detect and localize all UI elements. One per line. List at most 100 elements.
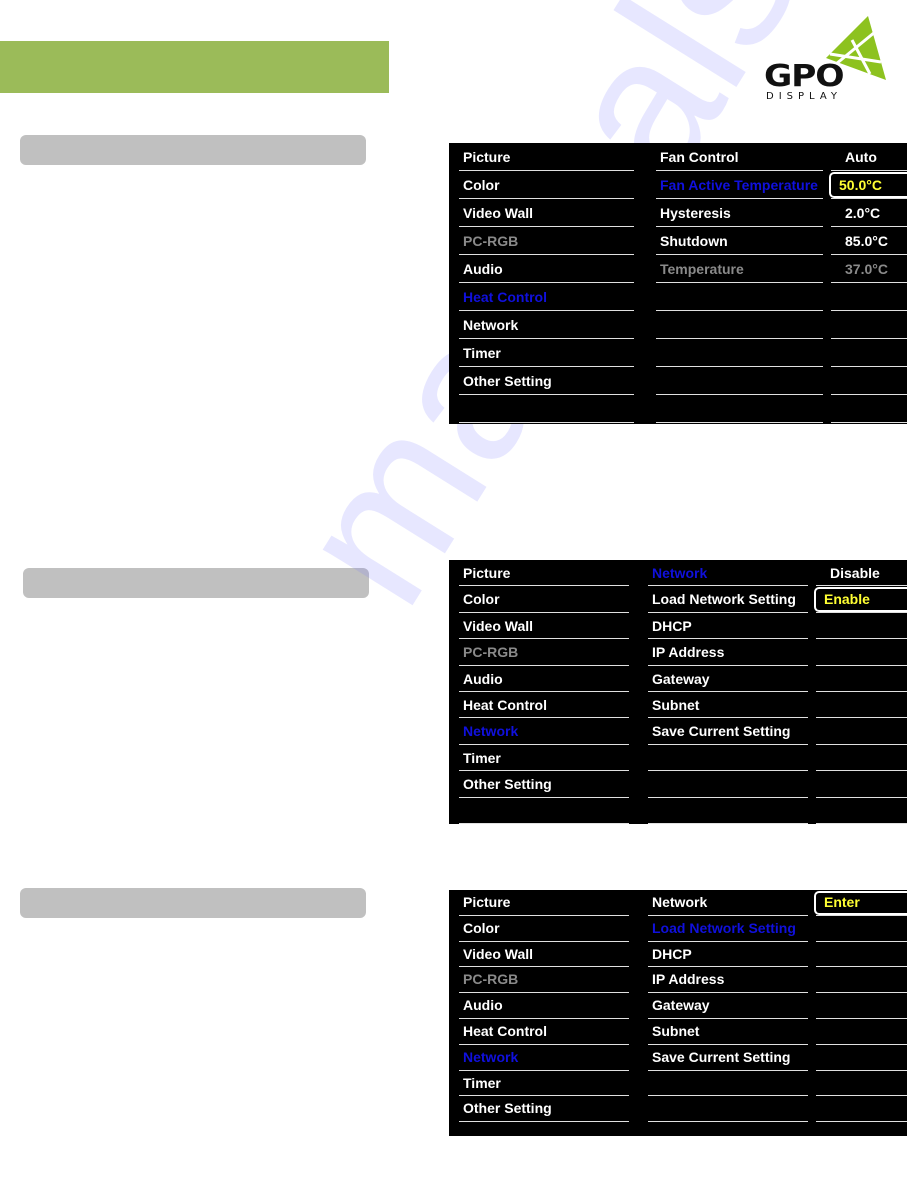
- value-85-0-c[interactable]: 85.0°C: [831, 227, 907, 255]
- item-label: Audio: [463, 670, 503, 687]
- menu-item-picture[interactable]: Picture: [449, 560, 629, 587]
- item-label: Audio: [463, 997, 503, 1014]
- menu-item-heat-control[interactable]: Heat Control: [449, 692, 629, 719]
- menu-item-subnet[interactable]: Subnet: [638, 692, 808, 719]
- menu-item-picture[interactable]: Picture: [449, 143, 634, 171]
- menu-item-video-wall[interactable]: Video Wall: [449, 942, 629, 968]
- item-label: DHCP: [652, 945, 692, 962]
- menu-item-ip-address[interactable]: IP Address: [638, 967, 808, 993]
- value-empty: [816, 942, 907, 968]
- menu-item-color[interactable]: Color: [449, 586, 629, 614]
- menu-item-audio[interactable]: Audio: [449, 255, 634, 283]
- value-enter[interactable]: Enter: [814, 890, 911, 916]
- value-empty: [816, 692, 907, 719]
- menu-item-other-setting[interactable]: Other Setting: [449, 771, 629, 798]
- menu-item-video-wall[interactable]: Video Wall: [449, 199, 634, 227]
- item-label: Network: [463, 1048, 519, 1065]
- value-empty: [816, 639, 907, 666]
- menu-item-heat-control[interactable]: Heat Control: [449, 283, 634, 311]
- menu-item-save-current-setting[interactable]: Save Current Setting: [638, 718, 808, 746]
- menu-item-save-current-setting[interactable]: Save Current Setting: [638, 1045, 808, 1071]
- menu-item-pc-rgb[interactable]: PC-RGB: [449, 967, 629, 993]
- osd-menu-heat-control: Picture Color Video Wall PC-RGB Audio Heat Co…: [449, 143, 911, 424]
- menu-item-timer[interactable]: Timer: [449, 339, 634, 367]
- menu-item-empty: [646, 339, 823, 367]
- item-label: Enter: [824, 894, 860, 910]
- item-label: 37.0°C: [845, 261, 888, 277]
- menu-item-fan-active-temperature[interactable]: Fan Active Temperature: [646, 171, 823, 199]
- menu-item-empty: [646, 395, 823, 423]
- value-2-0-c[interactable]: 2.0°C: [831, 199, 907, 227]
- menu-item-empty: [638, 745, 808, 772]
- menu-item-gateway[interactable]: Gateway: [638, 666, 808, 693]
- value-50-0-c[interactable]: 50.0°C: [829, 171, 911, 199]
- item-label: Other Setting: [463, 1100, 552, 1117]
- item-label: Video Wall: [463, 945, 534, 962]
- value-37-0-c[interactable]: 37.0°C: [831, 255, 907, 283]
- value-empty: [816, 967, 907, 993]
- menu-item-dhcp[interactable]: DHCP: [638, 613, 808, 640]
- menu-item-picture[interactable]: Picture: [449, 890, 629, 916]
- item-label: DHCP: [652, 617, 692, 634]
- item-label: Gateway: [652, 670, 710, 687]
- menu-item-heat-control[interactable]: Heat Control: [449, 1019, 629, 1045]
- menu-item-fan-control[interactable]: Fan Control: [646, 143, 823, 171]
- menu-item-pc-rgb[interactable]: PC-RGB: [449, 639, 629, 666]
- value-auto[interactable]: Auto: [831, 143, 907, 171]
- menu-item-network[interactable]: Network: [449, 1045, 629, 1071]
- menu-item-ip-address[interactable]: IP Address: [638, 639, 808, 666]
- item-label: Heat Control: [463, 696, 547, 713]
- menu-item-network[interactable]: Network: [449, 718, 629, 746]
- item-label: Picture: [463, 149, 511, 165]
- item-label: Save Current Setting: [652, 1048, 791, 1065]
- menu-item-pc-rgb[interactable]: PC-RGB: [449, 227, 634, 255]
- menu-item-timer[interactable]: Timer: [449, 745, 629, 772]
- menu-item-video-wall[interactable]: Video Wall: [449, 613, 629, 640]
- item-label: Timer: [463, 1074, 501, 1091]
- menu-item-load-network-setting[interactable]: Load Network Setting: [638, 586, 808, 614]
- value-empty: [816, 718, 907, 746]
- value-enable[interactable]: Enable: [814, 586, 911, 614]
- item-label: Network: [652, 894, 708, 910]
- value-empty: [816, 1071, 907, 1097]
- main-menu: Picture Color Video Wall PC-RGB Audio Heat Co…: [449, 143, 634, 423]
- item-label: Subnet: [652, 1022, 700, 1039]
- menu-item-other-setting[interactable]: Other Setting: [449, 367, 634, 395]
- sub-menu: Network Load Network Setting DHCP IP Addres…: [638, 560, 808, 825]
- menu-item-network[interactable]: Network: [449, 311, 634, 339]
- value-empty: [816, 916, 907, 942]
- item-label: Load Network Setting: [652, 919, 796, 936]
- value-empty: [831, 283, 907, 311]
- menu-item-color[interactable]: Color: [449, 916, 629, 942]
- value-disable[interactable]: Disable: [816, 560, 907, 587]
- item-label: Timer: [463, 749, 501, 766]
- value-empty: [816, 613, 907, 640]
- item-label: Color: [463, 919, 500, 936]
- menu-item-audio[interactable]: Audio: [449, 666, 629, 693]
- item-label: Color: [463, 177, 500, 193]
- menu-item-temperature[interactable]: Temperature: [646, 255, 823, 283]
- menu-item-shutdown[interactable]: Shutdown: [646, 227, 823, 255]
- menu-item-subnet[interactable]: Subnet: [638, 1019, 808, 1045]
- menu-item-load-network-setting[interactable]: Load Network Setting: [638, 916, 808, 942]
- menu-item-timer[interactable]: Timer: [449, 1071, 629, 1097]
- value-empty: [831, 339, 907, 367]
- menu-item-dhcp[interactable]: DHCP: [638, 942, 808, 968]
- menu-item-network[interactable]: Network: [638, 560, 808, 587]
- menu-item-empty: [646, 283, 823, 311]
- value-empty: [831, 367, 907, 395]
- value-empty: [816, 1096, 907, 1122]
- menu-item-network[interactable]: Network: [638, 890, 808, 916]
- item-label: 50.0°C: [839, 177, 882, 193]
- menu-item-color[interactable]: Color: [449, 171, 634, 199]
- main-menu: Picture Color Video Wall PC-RGB Audio Heat Co…: [449, 890, 629, 1122]
- item-label: Other Setting: [463, 373, 552, 389]
- section-header-banner: [0, 41, 389, 93]
- menu-item-gateway[interactable]: Gateway: [638, 993, 808, 1019]
- value-empty: [831, 395, 907, 423]
- menu-item-other-setting[interactable]: Other Setting: [449, 1096, 629, 1122]
- menu-item-hysteresis[interactable]: Hysteresis: [646, 199, 823, 227]
- osd-menu-network-load: Picture Color Video Wall PC-RGB Audio Heat Co…: [449, 890, 911, 1136]
- item-label: Network: [652, 565, 708, 581]
- menu-item-audio[interactable]: Audio: [449, 993, 629, 1019]
